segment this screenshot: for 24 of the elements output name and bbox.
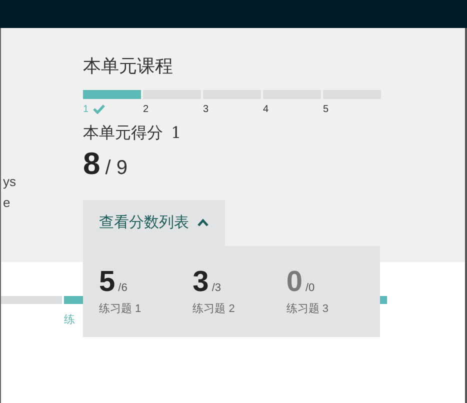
exercise-total: /0 — [305, 282, 315, 294]
footnote-number: 1 — [171, 123, 182, 144]
step-number: 1 — [83, 104, 89, 114]
score-value: 8 — [83, 146, 100, 182]
exercise-label: 练习题 3 — [286, 302, 330, 316]
course-title: 本单元课程 — [83, 55, 174, 79]
cut-text: ys — [3, 175, 17, 189]
exercise-score: 3 — [192, 266, 209, 298]
exercise-total: /6 — [118, 282, 128, 294]
step-number: 5 — [323, 104, 329, 114]
cut-text: e — [3, 196, 12, 210]
exercise-label: 练习题 1 — [99, 302, 142, 316]
exercise-score: 5 — [99, 266, 116, 298]
exercise-label: 练习题 2 — [192, 302, 236, 316]
score-list-toggle[interactable]: 查看分数列表 — [83, 200, 225, 246]
step-number: 2 — [143, 104, 149, 114]
score-total: / 9 — [105, 157, 128, 180]
exercise-label: 练 — [64, 313, 75, 327]
step-number: 4 — [263, 104, 269, 114]
exercise-score: 0 — [286, 266, 302, 298]
step-number: 3 — [203, 104, 209, 114]
exercise-total: /3 — [212, 282, 221, 294]
check-icon — [92, 104, 105, 114]
score-title: 本单元得分 — [83, 123, 163, 144]
